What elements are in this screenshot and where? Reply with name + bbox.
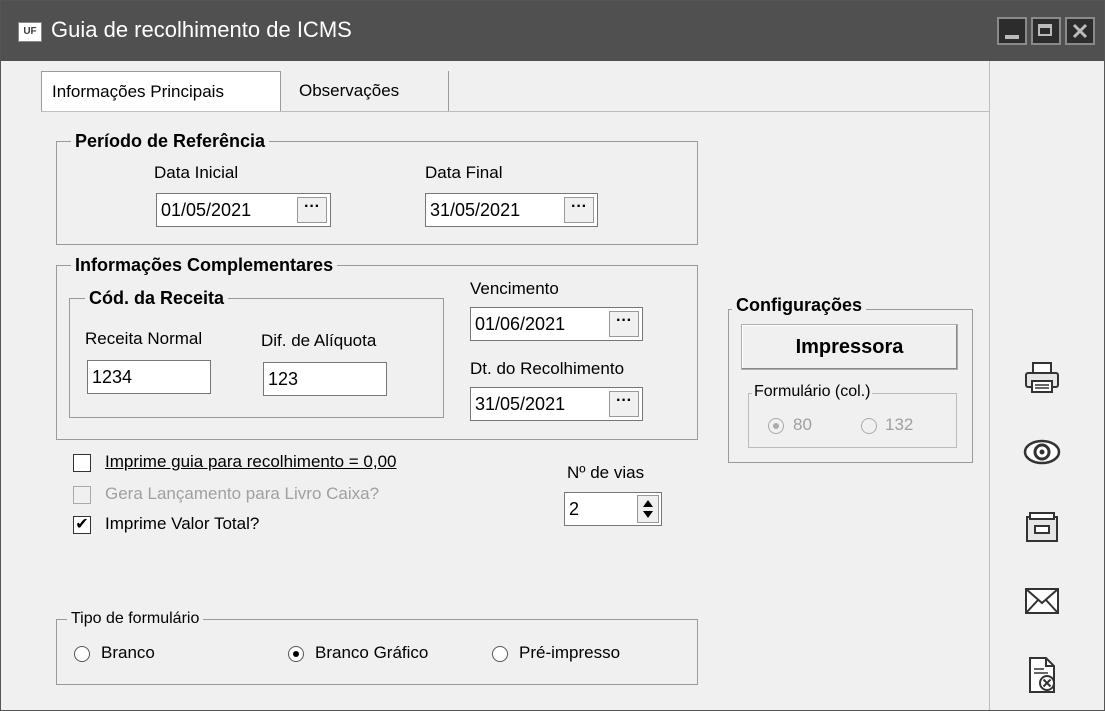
imprime-guia-checkbox[interactable] [73,454,91,472]
vias-value: 2 [569,499,580,519]
pre-impresso-label[interactable]: Pré-impresso [519,643,620,663]
eye-icon[interactable] [1022,432,1062,472]
printer-icon[interactable] [1022,357,1062,397]
maximize-button[interactable] [1031,17,1061,45]
gera-lancamento-label: Gera Lançamento para Livro Caixa? [105,484,380,503]
pre-impresso-radio[interactable] [492,646,508,662]
receita-normal-value: 1234 [92,367,133,387]
guia-icms-window: UF Guia de recolhimento de ICMS Informaç… [0,0,1105,711]
vencimento-picker-button[interactable]: ··· [609,311,639,337]
vias-spinner[interactable]: 2 [564,492,662,526]
data-final-picker-button[interactable]: ··· [564,197,594,223]
data-inicial-value: 01/05/2021 [161,200,252,220]
branco-grafico-radio[interactable] [288,646,304,662]
tab-divider [41,111,991,112]
dif-aliquota-field[interactable]: 123 [263,362,387,396]
data-inicial-label: Data Inicial [154,163,239,182]
check-mark-icon: ✔ [75,516,89,533]
cod-receita-title: Cód. da Receita [85,288,229,309]
imprime-valor-checkbox[interactable]: ✔ [73,516,91,534]
tab-observacoes[interactable]: Observações [289,71,449,111]
periodo-referencia-group [56,141,698,245]
cod-receita-group [69,298,444,418]
close-icon [1072,23,1088,39]
data-final-label: Data Final [425,163,503,182]
dif-aliquota-value: 123 [268,369,299,389]
branco-grafico-label[interactable]: Branco Gráfico [315,643,428,663]
dt-recolhimento-picker-button[interactable]: ··· [609,391,639,417]
vencimento-value: 01/06/2021 [475,314,566,334]
col-80-radio [768,418,784,434]
vias-label: Nº de vias [567,463,645,482]
title-bar[interactable]: UF Guia de recolhimento de ICMS [1,1,1104,61]
formulario-col-title: Formulário (col.) [752,383,873,401]
dt-recolhimento-value: 31/05/2021 [475,394,566,414]
impressora-button-label: Impressora [795,336,904,358]
tipo-formulario-title: Tipo de formulário [67,610,204,628]
branco-label[interactable]: Branco [101,643,155,663]
maximize-icon [1038,24,1052,36]
periodo-referencia-title: Período de Referência [71,131,270,152]
document-cancel-icon[interactable] [1022,655,1062,695]
vias-spin-buttons[interactable] [637,495,659,523]
gera-lancamento-checkbox [73,486,91,504]
dt-recolhimento-label: Dt. do Recolhimento [470,359,625,378]
folder-icon[interactable] [1022,507,1062,547]
impressora-button[interactable]: Impressora [741,324,958,370]
data-final-value: 31/05/2021 [430,200,521,220]
mail-icon[interactable] [1022,581,1062,621]
col-132-label: 132 [885,415,914,434]
receita-normal-field[interactable]: 1234 [87,360,211,394]
tab-informacoes-principais[interactable]: Informações Principais [41,71,281,111]
action-sidebar [989,61,1104,710]
app-icon: UF [18,22,42,42]
branco-radio[interactable] [74,646,90,662]
col-80-label: 80 [793,415,812,434]
configuracoes-title: Configurações [732,295,867,316]
close-button[interactable] [1065,17,1095,45]
col-132-radio [861,418,877,434]
vencimento-label: Vencimento [470,279,559,298]
dif-aliquota-label: Dif. de Alíquota [261,331,377,350]
imprime-valor-label[interactable]: Imprime Valor Total? [105,514,259,534]
window-title: Guia de recolhimento de ICMS [51,17,352,42]
minimize-icon [1005,35,1019,39]
informacoes-complementares-title: Informações Complementares [71,255,338,276]
imprime-guia-label[interactable]: Imprime guia para recolhimento = 0,00 [105,452,397,472]
receita-normal-label: Receita Normal [85,329,203,348]
data-inicial-picker-button[interactable]: ··· [297,197,327,223]
spin-arrows-icon [643,500,653,518]
minimize-button[interactable] [997,17,1027,45]
